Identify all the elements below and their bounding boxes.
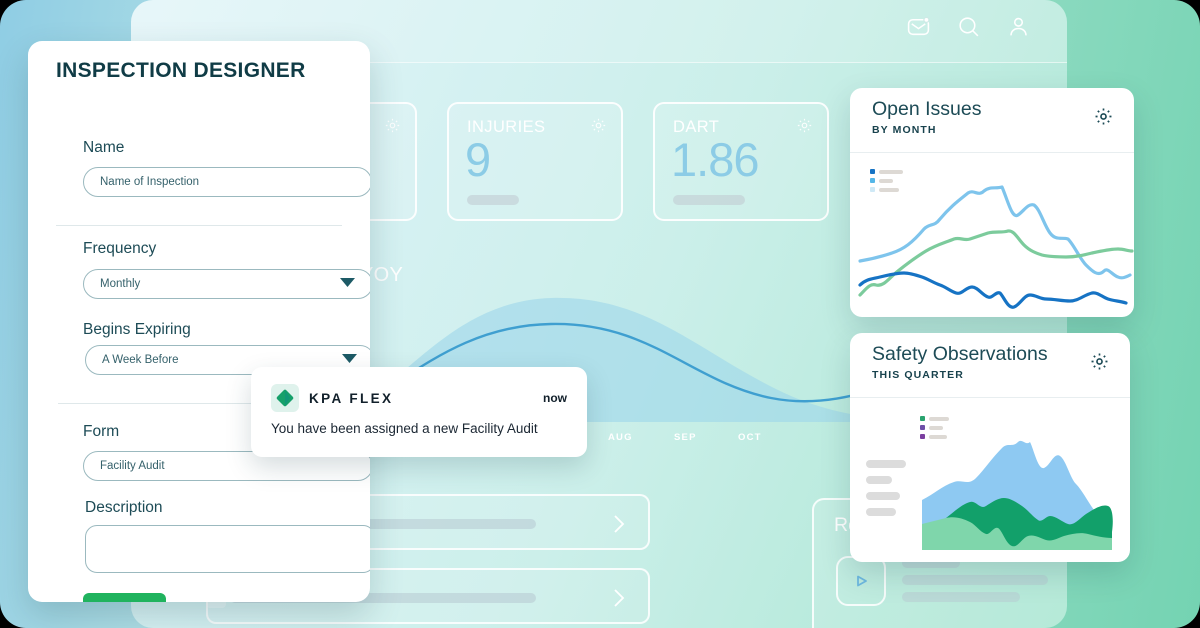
card-header: Open Issues BY MONTH bbox=[850, 88, 1134, 153]
kpi-value: 9 bbox=[465, 133, 491, 186]
chevron-right-icon[interactable] bbox=[612, 587, 626, 614]
safety-observations-card[interactable]: Safety Observations THIS QUARTER bbox=[850, 333, 1130, 562]
description-textarea[interactable] bbox=[85, 525, 370, 573]
frequency-select[interactable]: Monthly bbox=[83, 269, 370, 299]
legend-swatch bbox=[920, 434, 925, 439]
field-label: Form bbox=[83, 423, 120, 440]
safety-observations-subtitle: THIS QUARTER bbox=[872, 369, 964, 381]
divider bbox=[56, 225, 342, 226]
legend-item bbox=[870, 169, 903, 174]
toast-message: You have been assigned a new Facility Au… bbox=[271, 421, 538, 436]
legend-swatch bbox=[920, 416, 925, 421]
gear-icon[interactable] bbox=[590, 117, 607, 139]
month-label: SEP bbox=[674, 432, 697, 443]
gear-icon[interactable] bbox=[1089, 351, 1110, 377]
gear-icon[interactable] bbox=[384, 117, 401, 139]
field-form: Form bbox=[83, 423, 119, 441]
user-icon[interactable] bbox=[1006, 14, 1031, 39]
field-label: Description bbox=[85, 499, 163, 516]
field-name: Name bbox=[83, 139, 124, 157]
open-issues-subtitle: BY MONTH bbox=[872, 124, 937, 136]
kpi-card-dart[interactable]: DART 1.86 bbox=[653, 102, 829, 221]
done-button[interactable]: DONE bbox=[83, 593, 166, 602]
kpi-placeholder-bar bbox=[467, 195, 519, 205]
kpi-placeholder-bar bbox=[673, 195, 745, 205]
chart-legend bbox=[920, 416, 949, 443]
chart-legend bbox=[870, 169, 903, 196]
legend-item bbox=[870, 178, 903, 183]
caret-down-icon[interactable] bbox=[339, 277, 356, 291]
legend-swatch bbox=[870, 169, 875, 174]
legend-label bbox=[879, 178, 893, 183]
kpa-diamond-icon bbox=[271, 384, 299, 412]
legend-item bbox=[920, 434, 949, 439]
legend-swatch bbox=[870, 178, 875, 183]
legend-item bbox=[920, 416, 949, 421]
name-input-value: Name of Inspection bbox=[100, 176, 200, 188]
field-frequency: Frequency bbox=[83, 240, 156, 258]
begins-expiring-select-value: A Week Before bbox=[102, 354, 179, 366]
card-header: Safety Observations THIS QUARTER bbox=[850, 333, 1130, 398]
open-issues-card[interactable]: Open Issues BY MONTH bbox=[850, 88, 1134, 317]
play-icon[interactable] bbox=[836, 556, 886, 606]
legend-label bbox=[879, 187, 899, 192]
safety-placeholder-lines bbox=[866, 460, 906, 524]
toast-timestamp: now bbox=[543, 391, 567, 405]
gear-icon[interactable] bbox=[1093, 106, 1114, 132]
month-label: OCT bbox=[738, 432, 762, 443]
field-begins-expiring: Begins Expiring bbox=[83, 321, 191, 339]
field-label: Begins Expiring bbox=[83, 321, 191, 338]
inspection-designer-panel: INSPECTION DESIGNER Name Name of Inspect… bbox=[28, 41, 370, 602]
field-label: Frequency bbox=[83, 240, 157, 257]
search-icon[interactable] bbox=[956, 14, 981, 39]
chevron-right-icon[interactable] bbox=[612, 513, 626, 540]
page-title: INSPECTION DESIGNER bbox=[56, 59, 306, 82]
form-input-value: Facility Audit bbox=[100, 460, 165, 472]
open-issues-title: Open Issues bbox=[872, 98, 982, 120]
safety-observations-title: Safety Observations bbox=[872, 343, 1048, 365]
legend-item bbox=[920, 425, 949, 430]
legend-label bbox=[879, 169, 903, 174]
gear-icon[interactable] bbox=[796, 117, 813, 139]
kpi-value: 1.86 bbox=[671, 133, 759, 186]
legend-swatch bbox=[870, 187, 875, 192]
legend-label bbox=[929, 416, 949, 421]
field-description: Description bbox=[85, 499, 163, 517]
caret-down-icon[interactable] bbox=[341, 353, 358, 367]
toast-brand: KPA FLEX bbox=[309, 391, 394, 406]
legend-label bbox=[929, 434, 947, 439]
name-input[interactable]: Name of Inspection bbox=[83, 167, 370, 197]
legend-label bbox=[929, 425, 943, 430]
legend-item bbox=[870, 187, 903, 192]
field-label: Name bbox=[83, 139, 125, 156]
header-icon-group bbox=[906, 14, 1031, 39]
notification-toast[interactable]: KPA FLEX now You have been assigned a ne… bbox=[251, 367, 587, 457]
kpi-card-injuries[interactable]: INJURIES 9 bbox=[447, 102, 623, 221]
training-placeholder-lines bbox=[902, 558, 1048, 609]
screenshot-stage: INJURIES 9 DART 1.86 YOY AUG SEP OCT Ope… bbox=[0, 0, 1200, 628]
legend-swatch bbox=[920, 425, 925, 430]
month-label: AUG bbox=[608, 432, 633, 443]
mail-icon[interactable] bbox=[906, 14, 931, 39]
frequency-select-value: Monthly bbox=[100, 278, 141, 290]
